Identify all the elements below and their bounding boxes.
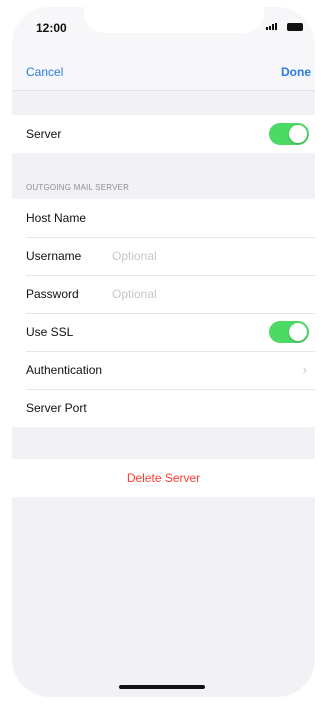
use-ssl-row: Use SSL — [12, 313, 315, 351]
outgoing-server-section: Host Name Username Optional Password Opt… — [12, 199, 315, 427]
delete-server-button[interactable]: Delete Server — [12, 459, 315, 497]
notch — [84, 7, 264, 33]
username-label: Username — [26, 249, 82, 263]
host-name-row[interactable]: Host Name — [12, 199, 315, 237]
password-label: Password — [26, 287, 79, 301]
authentication-row[interactable]: Authentication › — [12, 351, 315, 389]
status-bar: 12:00 — [12, 7, 315, 55]
authentication-label: Authentication — [26, 363, 103, 377]
password-row[interactable]: Password Optional — [12, 275, 315, 313]
outgoing-mail-server-header: OUTGOING MAIL SERVER — [26, 183, 130, 192]
server-row: Server — [12, 115, 315, 153]
toggle-knob — [289, 125, 307, 143]
server-port-label: Server Port — [26, 401, 87, 415]
signal-icon — [266, 23, 277, 30]
server-section: Server — [12, 115, 315, 153]
username-field[interactable]: Optional — [112, 249, 157, 263]
use-ssl-toggle[interactable] — [269, 321, 309, 343]
phone-screen: 12:00 Cancel Done Server OUTGOING MAIL S… — [12, 7, 315, 697]
done-button[interactable]: Done — [281, 65, 311, 79]
navigation-bar: Cancel Done — [12, 55, 315, 91]
server-toggle[interactable] — [269, 123, 309, 145]
server-port-row[interactable]: Server Port — [12, 389, 315, 427]
host-name-label: Host Name — [26, 211, 87, 225]
use-ssl-label: Use SSL — [26, 325, 74, 339]
chevron-right-icon: › — [302, 362, 307, 377]
home-indicator — [119, 685, 205, 689]
delete-server-label: Delete Server — [126, 471, 201, 485]
password-field[interactable]: Optional — [112, 287, 157, 301]
status-time: 12:00 — [36, 21, 67, 35]
toggle-knob — [289, 323, 307, 341]
delete-section: Delete Server — [12, 459, 315, 497]
cancel-button[interactable]: Cancel — [26, 65, 63, 79]
battery-icon — [287, 23, 303, 31]
username-row[interactable]: Username Optional — [12, 237, 315, 275]
server-label: Server — [26, 127, 62, 141]
